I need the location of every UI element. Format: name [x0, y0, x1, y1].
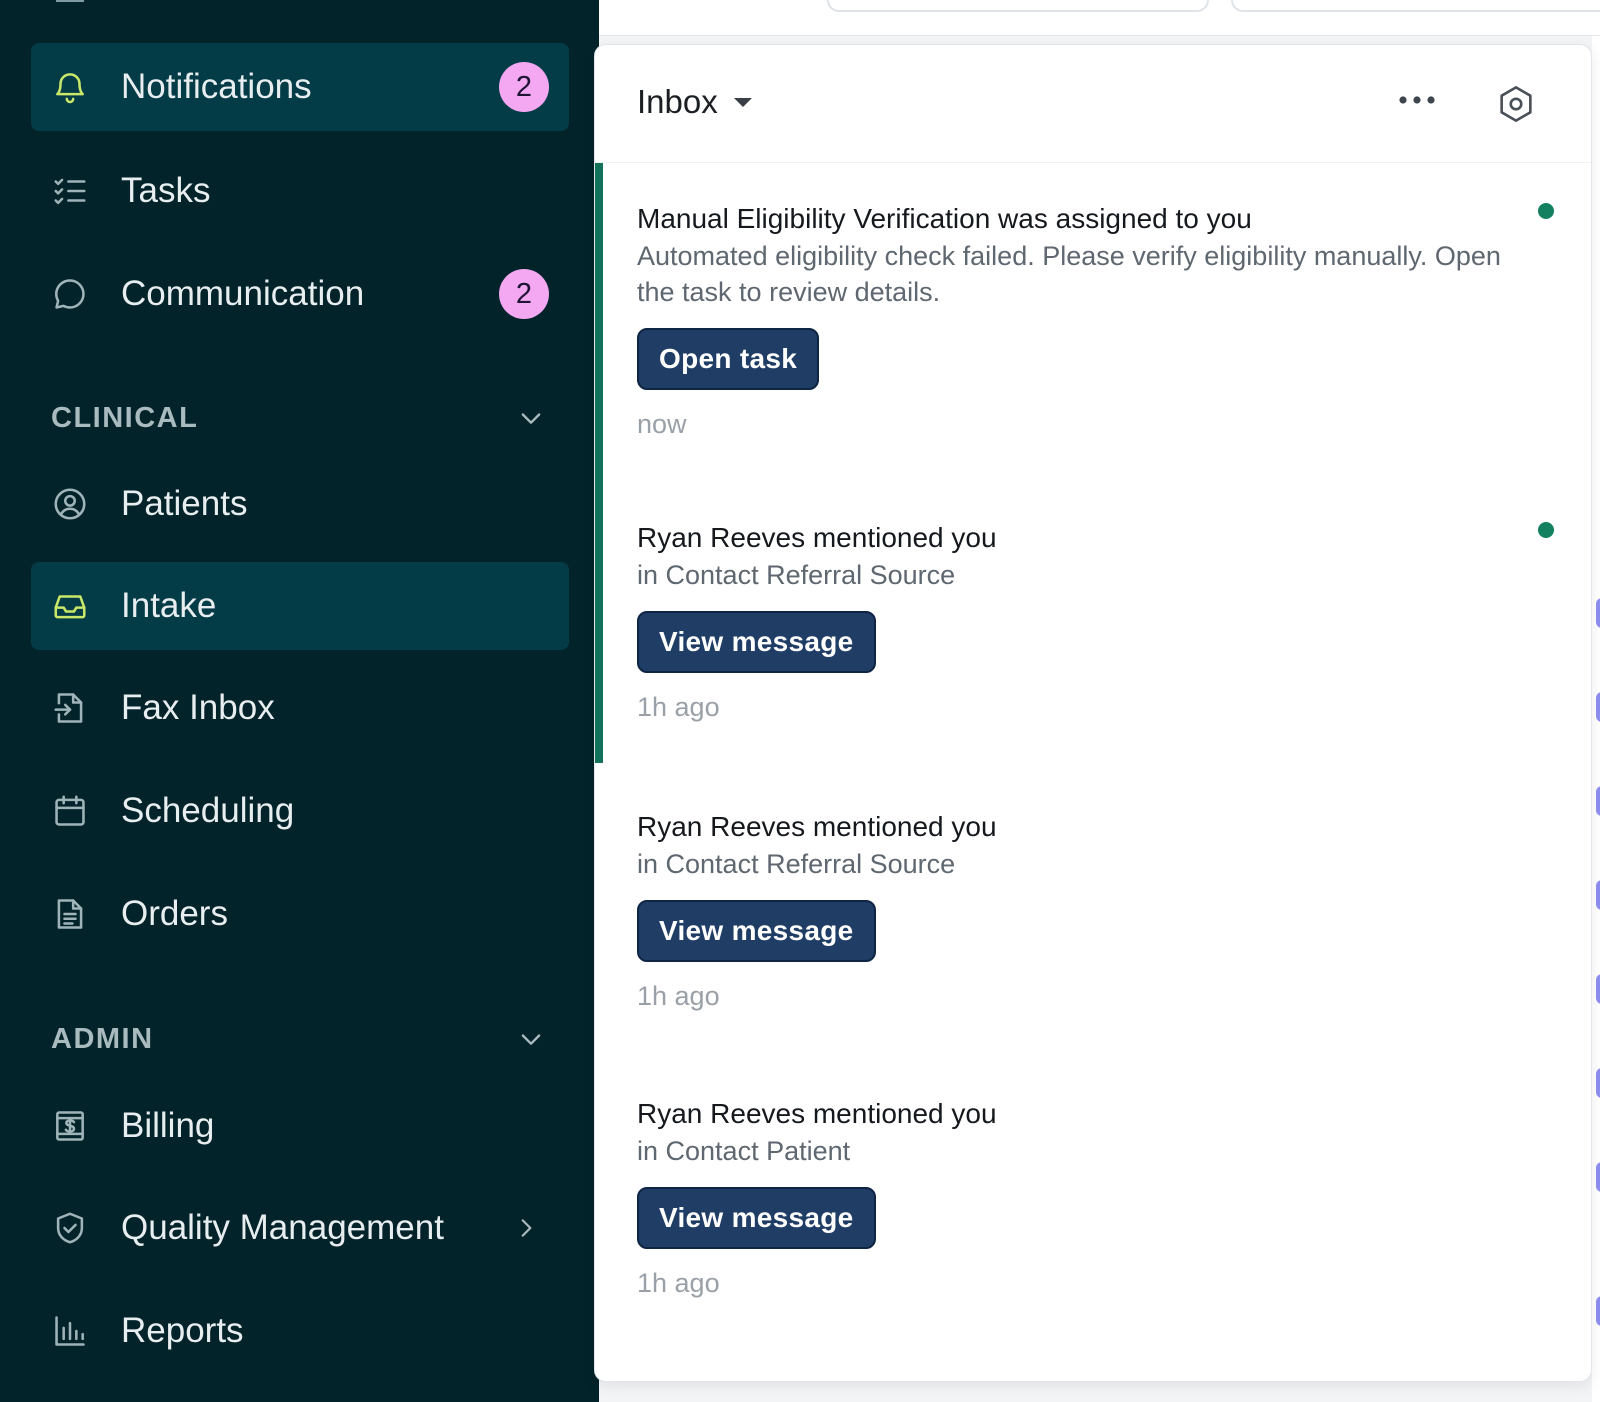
notification-time: now: [637, 409, 687, 439]
file-import-icon: [51, 689, 89, 727]
sidebar-item-patients[interactable]: Patients: [31, 460, 569, 548]
background-avatar: [1596, 1068, 1600, 1098]
sidebar-item-label: Quality Management: [121, 1208, 444, 1247]
notification-title: Ryan Reeves mentioned you: [637, 522, 997, 553]
top-control[interactable]: [1231, 0, 1600, 12]
more-options-icon[interactable]: [1395, 85, 1439, 115]
notification-time: 1h ago: [637, 981, 720, 1011]
sidebar-item-billing[interactable]: Billing: [31, 1082, 569, 1170]
sidebar-item-label: Scheduling: [121, 791, 295, 830]
chevron-down-icon: [521, 413, 541, 424]
sidebar-item-label: Patients: [121, 484, 248, 523]
inbox-title: Inbox: [637, 83, 718, 120]
calendar-icon: [51, 792, 89, 830]
notification-time: 1h ago: [637, 692, 720, 722]
background-avatar: [1596, 598, 1600, 628]
background-avatar: [1596, 974, 1600, 1004]
shield-check-icon: [51, 1209, 89, 1247]
dollar-receipt-icon: [51, 1107, 89, 1145]
section-clinical-header[interactable]: CLINICAL: [51, 398, 545, 438]
inbox-tray-icon: [51, 587, 89, 625]
notification-item: Ryan Reeves mentioned you in Contact Ref…: [595, 476, 1591, 763]
section-clinical-label: CLINICAL: [51, 401, 199, 434]
sidebar-item-reports[interactable]: Reports: [31, 1287, 569, 1375]
background-avatar: [1596, 786, 1600, 816]
sidebar-item-notifications[interactable]: Notifications 2: [31, 43, 569, 131]
open-task-button[interactable]: Open task: [637, 328, 820, 390]
sidebar-item-label: Fax Inbox: [121, 688, 275, 727]
inbox-filter-dropdown[interactable]: Inbox: [637, 83, 752, 121]
bell-icon: [51, 68, 89, 106]
notification-body: Automated eligibility check failed. Plea…: [637, 241, 1501, 307]
user-circle-icon: [51, 485, 89, 523]
settings-gear-icon[interactable]: [1495, 83, 1537, 125]
bar-chart-icon: [51, 1312, 89, 1350]
notification-title: Ryan Reeves mentioned you: [637, 811, 997, 842]
view-message-button[interactable]: View message: [637, 611, 876, 673]
panel-header: Inbox: [595, 45, 1591, 163]
sidebar-item-label: Reports: [121, 1311, 244, 1350]
notification-item: Ryan Reeves mentioned you in Contact Ref…: [595, 763, 1591, 1050]
background-avatar: [1596, 1296, 1600, 1326]
notification-body: in Contact Referral Source: [637, 849, 956, 879]
background-avatar: [1596, 692, 1600, 722]
checklist-icon: [51, 172, 89, 210]
communication-count-badge: 2: [499, 269, 549, 319]
chat-bubble-icon: [51, 275, 89, 313]
section-admin-label: ADMIN: [51, 1022, 154, 1055]
sidebar: Notifications 2 Tasks Communication 2 CL…: [0, 0, 599, 1402]
chevron-down-icon: [521, 1034, 541, 1045]
top-bar: [599, 0, 1600, 36]
sidebar-item-communication[interactable]: Communication 2: [31, 250, 569, 338]
menu-icon-fragment: [56, 0, 84, 2]
caret-down-icon: [733, 97, 752, 107]
sidebar-item-label: Intake: [121, 586, 217, 625]
sidebar-item-label: Tasks: [121, 171, 211, 210]
document-icon: [51, 895, 89, 933]
sidebar-item-quality-management[interactable]: Quality Management: [31, 1184, 569, 1272]
notification-body: in Contact Referral Source: [637, 560, 956, 590]
sidebar-item-label: Orders: [121, 894, 228, 933]
notification-time: 1h ago: [637, 1268, 720, 1298]
notification-panel: Inbox Manual Eligibility Verification wa…: [594, 44, 1592, 1382]
top-control[interactable]: [827, 0, 1209, 12]
unread-indicator: [1538, 522, 1554, 538]
notification-item: Ryan Reeves mentioned you in Contact Pat…: [595, 1050, 1591, 1350]
notification-title: Manual Eligibility Verification was assi…: [637, 203, 1252, 234]
sidebar-item-label: Billing: [121, 1106, 215, 1145]
background-avatar: [1596, 1162, 1600, 1192]
background-avatar: [1596, 880, 1600, 910]
sidebar-item-label: Notifications: [121, 67, 312, 106]
sidebar-item-scheduling[interactable]: Scheduling: [31, 767, 569, 855]
sidebar-item-tasks[interactable]: Tasks: [31, 147, 569, 235]
view-message-button[interactable]: View message: [637, 900, 876, 962]
sidebar-item-fax-inbox[interactable]: Fax Inbox: [31, 664, 569, 752]
sidebar-item-orders[interactable]: Orders: [31, 870, 569, 958]
notification-item: Manual Eligibility Verification was assi…: [595, 163, 1591, 476]
notification-title: Ryan Reeves mentioned you: [637, 1098, 997, 1129]
notification-body: in Contact Patient: [637, 1136, 851, 1166]
notification-count-badge: 2: [499, 62, 549, 112]
sidebar-item-label: Communication: [121, 274, 365, 313]
chevron-right-icon: [521, 1219, 532, 1237]
sidebar-item-intake[interactable]: Intake: [31, 562, 569, 650]
view-message-button[interactable]: View message: [637, 1187, 876, 1249]
unread-indicator: [1538, 203, 1554, 219]
section-admin-header[interactable]: ADMIN: [51, 1019, 545, 1059]
